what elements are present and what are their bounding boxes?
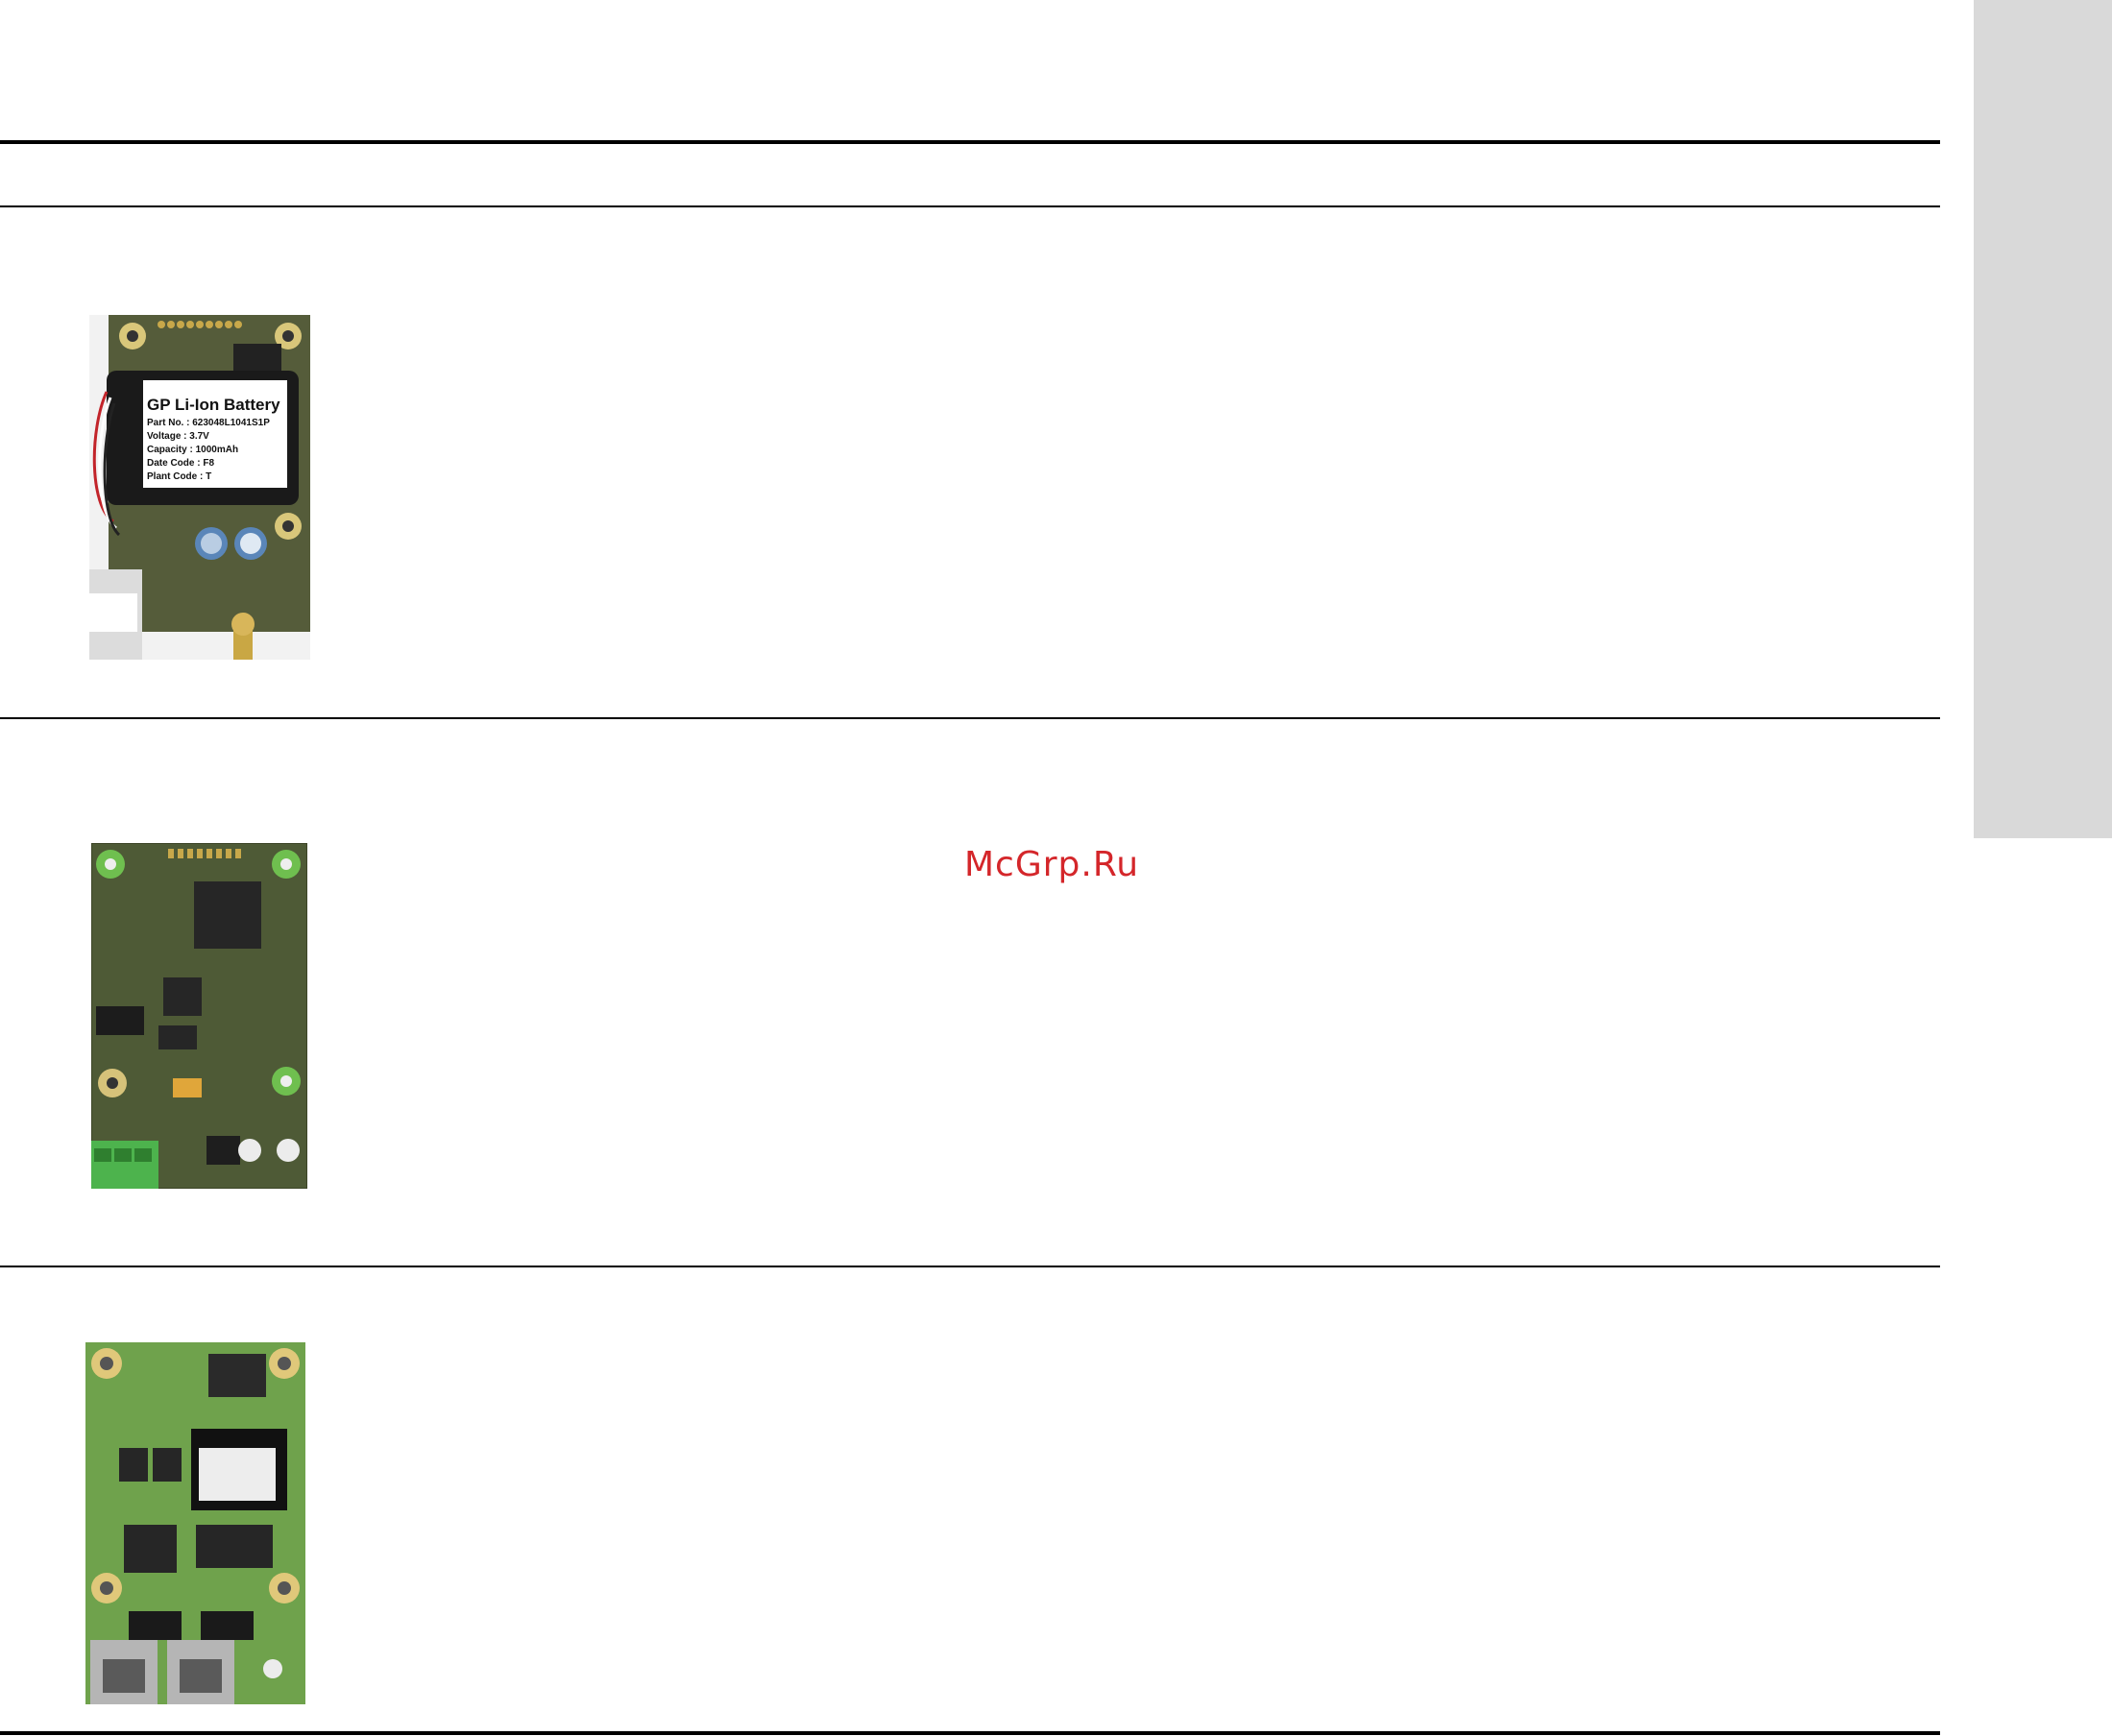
battery-spec-value: T — [206, 471, 212, 482]
header-rule — [0, 140, 1940, 144]
battery-spec-key: Date Code — [147, 458, 195, 469]
section-rule — [0, 1266, 1940, 1267]
footer-rule — [0, 1731, 1940, 1735]
watermark-text: McGrp.Ru — [964, 845, 1140, 884]
battery-spec-key: Plant Code — [147, 471, 198, 482]
section-rule — [0, 205, 1940, 207]
interface-module-photo — [90, 842, 308, 1190]
battery-spec-key: Voltage — [147, 431, 182, 442]
side-tab — [1974, 0, 2112, 838]
ethernet-module-photo — [85, 1342, 305, 1704]
battery-spec-value: 3.7V — [189, 431, 209, 442]
section-rule — [0, 717, 1940, 719]
battery-spec-key: Capacity — [147, 445, 187, 455]
battery-spec-row: Date Code : F8 — [147, 457, 270, 470]
battery-spec-row: Voltage : 3.7V — [147, 430, 270, 444]
battery-module-photo: GP Li-Ion Battery Part No. : 623048L1041… — [89, 315, 310, 660]
battery-module-board — [89, 315, 310, 660]
battery-spec-row: Capacity : 1000mAh — [147, 444, 270, 457]
battery-spec-row: Plant Code : T — [147, 470, 270, 484]
battery-title: GP Li-Ion Battery — [147, 396, 280, 414]
battery-spec-value: 623048L1041S1P — [192, 418, 270, 428]
battery-spec-value: 1000mAh — [195, 445, 239, 455]
battery-spec-key: Part No. — [147, 418, 184, 428]
interface-module-board — [90, 842, 308, 1190]
ethernet-module-board — [85, 1342, 305, 1704]
battery-spec-list: Part No. : 623048L1041S1P Voltage : 3.7V… — [147, 417, 270, 484]
battery-spec-row: Part No. : 623048L1041S1P — [147, 417, 270, 430]
battery-spec-value: F8 — [203, 458, 215, 469]
